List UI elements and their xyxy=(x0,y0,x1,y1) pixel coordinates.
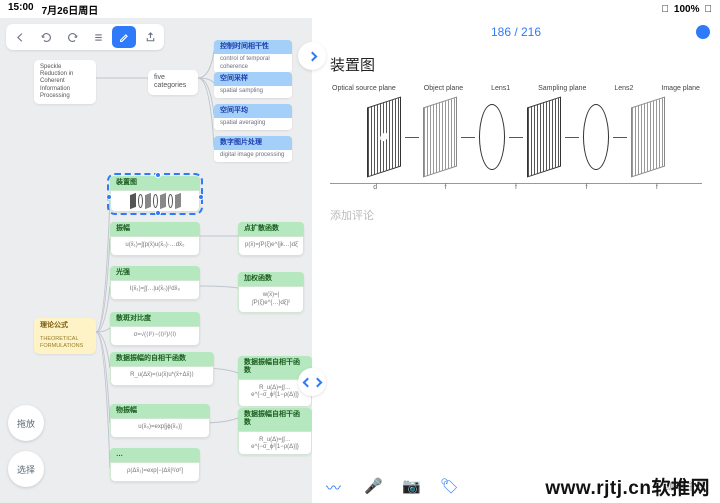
status-bar: 15:00 7月26日周日 􀙇 100% 􀛨 xyxy=(0,0,720,18)
node-b1[interactable]: 控制时间相干性 control of temporal coherence xyxy=(214,40,292,73)
node-b2[interactable]: 空间采样 spatial sampling xyxy=(214,72,292,98)
edit-topic-link[interactable]: 编辑主题 xyxy=(666,478,706,493)
mic-icon[interactable]: 🎤 xyxy=(364,477,380,493)
tag-icon[interactable]: 🏷 xyxy=(440,477,456,493)
pager-top[interactable] xyxy=(298,42,326,70)
node-b4[interactable]: 数字图片处理 digital image processing xyxy=(214,136,292,162)
undo-button[interactable] xyxy=(34,26,58,48)
source-plane xyxy=(367,96,401,177)
battery-icon: 􀛨 xyxy=(705,4,713,15)
node-g7[interactable]: 物振幅 u(x̄₀)=exp[jϕ(x̄₀)] xyxy=(110,404,210,438)
detail-pane: 186 / 216 装置图 Optical source plane Objec… xyxy=(312,18,720,503)
mindmap-pane[interactable]: Speckle Reduction in Coherent Informatio… xyxy=(0,18,312,503)
toolbar xyxy=(6,24,164,50)
node-g3[interactable]: 光强 I(x̄₁)=∫∫…|u(x̄₀)|²dx̄₀ xyxy=(110,266,200,300)
status-date: 7月26日周日 xyxy=(42,2,99,17)
info-icon[interactable] xyxy=(696,25,710,39)
node-b3[interactable]: 空间平均 spatial averaging xyxy=(214,104,292,130)
sampling-plane xyxy=(527,96,561,177)
back-button[interactable] xyxy=(8,26,32,48)
image-plane xyxy=(631,96,665,177)
drag-mode-button[interactable]: 拖放 xyxy=(8,405,44,441)
edit-button[interactable] xyxy=(112,26,136,48)
camera-icon[interactable]: 📷 xyxy=(402,477,418,493)
redo-button[interactable] xyxy=(60,26,84,48)
node-g6[interactable]: 数据振幅的自相干函数 R_u(Δx̄)=⟨u(x̄)u*(x̄+Δx̄)⟩ xyxy=(110,352,214,386)
pager-nav[interactable] xyxy=(298,368,326,396)
wifi-icon: 􀙇 xyxy=(661,4,669,15)
node-theory[interactable]: 理论公式 THEORETICAL FORMULATIONS xyxy=(34,318,96,354)
share-button[interactable] xyxy=(138,26,162,48)
node-g2[interactable]: 点扩散函数 p(x̄)=∫P(ξ̄)e^{jk…}dξ̄ xyxy=(238,222,304,256)
detail-title: 装置图 xyxy=(312,46,720,81)
node-selected-diagram[interactable]: 装置图 xyxy=(110,176,200,212)
status-time: 15:00 xyxy=(8,2,34,17)
detail-tools: 〰 🎤 📷 🏷 xyxy=(326,477,456,493)
lens1 xyxy=(479,104,505,170)
thumbnail xyxy=(110,190,200,212)
select-mode-button[interactable]: 选择 xyxy=(8,451,44,487)
lens2 xyxy=(583,104,609,170)
node-g1[interactable]: 振幅 u(x̄₁)=∫∫p(x̄)u(x̄₀)·…dx̄₀ xyxy=(110,222,200,256)
battery-pct: 100% xyxy=(674,4,700,15)
diagram: Optical source plane Object plane Lens1 … xyxy=(312,81,720,195)
comment-input[interactable]: 添加评论 xyxy=(312,195,720,235)
object-plane xyxy=(423,96,457,177)
node-root[interactable]: Speckle Reduction in Coherent Informatio… xyxy=(34,60,96,104)
detail-header: 186 / 216 xyxy=(312,18,720,46)
node-g8b[interactable]: 数据振幅自相干函数 R_u(Δ)=∫∫…e^{−σ_ϕ²[1−ρ(Δ)]} xyxy=(238,408,312,455)
outline-button[interactable] xyxy=(86,26,110,48)
node-categories[interactable]: five categories xyxy=(148,70,198,95)
node-g5[interactable]: 散斑对比度 σ=√(⟨I²⟩−⟨I⟩²)/⟨I⟩ xyxy=(110,312,200,346)
page-counter: 186 / 216 xyxy=(491,25,541,39)
node-g9[interactable]: … ρ(Δx̄₁)=exp[−|Δx̄|²/σ²] xyxy=(110,448,200,482)
node-g4[interactable]: 加权函数 w(x̄)=|∫P(ξ̄)e^{…}dξ̄|² xyxy=(238,272,304,313)
wave-icon[interactable]: 〰 xyxy=(326,477,342,493)
